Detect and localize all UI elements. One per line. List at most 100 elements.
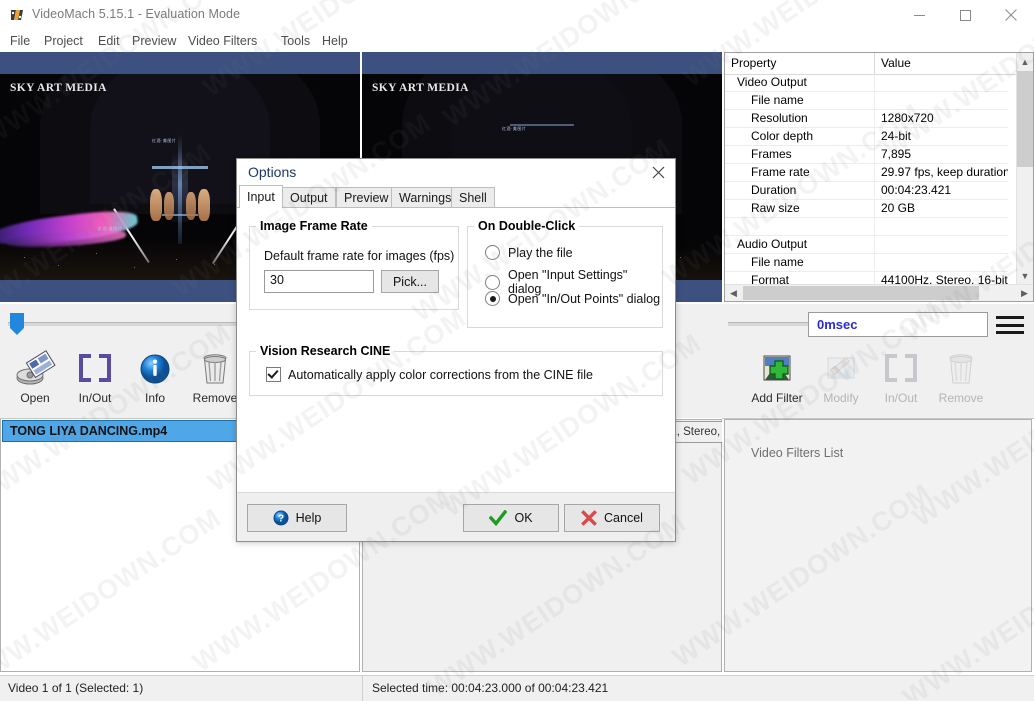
dialog-title-bar: Options <box>237 159 675 185</box>
help-button-label: Help <box>295 511 322 525</box>
menu-item-file[interactable]: File <box>6 32 34 50</box>
ok-button[interactable]: OK <box>463 504 559 532</box>
radio-indicator-selected <box>485 291 500 306</box>
properties-horizontal-scrollbar[interactable]: ◀ ▶ <box>725 284 1033 301</box>
table-row[interactable]: Raw size 20 GB <box>725 200 1008 218</box>
property-value: 20 GB <box>881 201 916 215</box>
property-name <box>725 218 875 235</box>
properties-panel: Property Value Video Output File name Re… <box>724 52 1034 302</box>
menu-item-project[interactable]: Project <box>40 32 87 50</box>
hamburger-icon[interactable] <box>996 316 1024 334</box>
close-icon[interactable] <box>645 162 671 182</box>
horizontal-scrollbar-thumb[interactable] <box>743 286 979 300</box>
scroll-right-icon[interactable]: ▶ <box>1016 285 1033 301</box>
add-filter-button[interactable]: Add Filter <box>748 348 806 405</box>
property-name: File name <box>725 254 875 271</box>
properties-column-value: Value <box>881 56 911 70</box>
tab-preview[interactable]: Preview <box>336 187 397 207</box>
table-row[interactable]: Video Output <box>725 74 1008 92</box>
right-toolbar: 0msec Add Filter Modify In/Out Remove <box>722 304 1034 419</box>
filter-slider-track[interactable] <box>728 322 818 326</box>
info-button-label: Info <box>144 391 165 405</box>
cancel-button[interactable]: Cancel <box>564 504 660 532</box>
table-row[interactable]: Audio Output <box>725 236 1008 254</box>
open-button-label: Open <box>20 391 50 405</box>
preview-sub-text-right: 红酒·美图片 <box>502 126 527 131</box>
radio-open-in-out-points[interactable]: Open "In/Out Points" dialog <box>485 291 660 306</box>
property-name: Audio Output <box>725 236 875 253</box>
pick-button[interactable]: Pick... <box>381 270 439 293</box>
default-frame-rate-input[interactable]: 30 <box>264 270 374 293</box>
scroll-left-icon[interactable]: ◀ <box>725 285 742 301</box>
menu-item-preview[interactable]: Preview <box>128 32 180 50</box>
scroll-down-icon[interactable]: ▼ <box>1017 267 1033 284</box>
title-bar: VideoMach 5.15.1 - Evaluation Mode <box>0 0 1034 30</box>
cine-color-correction-label: Automatically apply color corrections fr… <box>288 367 593 382</box>
menu-bar: File Project Edit Preview Video Filters … <box>0 30 1034 52</box>
audio-format-partial: z, Stereo, <box>668 421 722 443</box>
info-button[interactable]: Info <box>126 348 184 405</box>
property-value <box>875 254 1008 271</box>
table-row[interactable]: File name <box>725 254 1008 272</box>
x-mark-icon <box>581 510 597 526</box>
scroll-up-icon[interactable]: ▲ <box>1017 53 1033 70</box>
options-dialog: Options Input Output Preview Warnings Sh… <box>236 158 676 542</box>
time-input-value: 0msec <box>817 317 858 332</box>
property-value: 24-bit <box>881 129 912 143</box>
property-value: 7,895 <box>881 147 912 161</box>
table-row[interactable]: Color depth 24-bit <box>725 128 1008 146</box>
table-row[interactable]: Frame rate 29.97 fps, keep duration <box>725 164 1008 182</box>
property-name: File name <box>725 92 875 109</box>
app-icon <box>9 7 25 23</box>
timeline-slider-thumb[interactable] <box>10 313 24 335</box>
video-filters-list[interactable]: Video Filters List <box>724 419 1032 672</box>
table-row[interactable] <box>725 218 1008 236</box>
tab-output[interactable]: Output <box>282 187 336 207</box>
tab-shell[interactable]: Shell <box>451 187 495 207</box>
table-row[interactable]: File name <box>725 92 1008 110</box>
info-circle-icon <box>126 348 184 388</box>
preview-overlay-text-right: SKY ART MEDIA <box>372 82 469 94</box>
table-row[interactable]: Format 44100Hz, Stereo, 16-bit <box>725 272 1008 284</box>
property-value <box>875 74 1008 91</box>
property-value: 29.97 fps, keep duration <box>881 165 1008 179</box>
dialog-title: Options <box>248 164 297 180</box>
check-icon <box>489 510 508 526</box>
table-row[interactable]: Duration 00:04:23.421 <box>725 182 1008 200</box>
status-video-count: Video 1 of 1 (Selected: 1) <box>8 681 144 695</box>
filter-remove-button[interactable]: Remove <box>932 348 990 405</box>
cine-color-correction-checkbox[interactable]: Automatically apply color corrections fr… <box>266 367 593 382</box>
cancel-button-label: Cancel <box>604 511 643 525</box>
close-button[interactable] <box>988 0 1034 30</box>
modify-button-label: Modify <box>823 391 859 405</box>
property-name: Raw size <box>725 200 875 217</box>
menu-item-help[interactable]: Help <box>318 32 352 50</box>
time-input[interactable]: 0msec <box>808 312 988 337</box>
tab-input[interactable]: Input <box>239 185 283 208</box>
menu-item-tools[interactable]: Tools <box>277 32 314 50</box>
tab-warnings[interactable]: Warnings <box>391 187 460 207</box>
pick-button-label: Pick... <box>392 274 428 289</box>
table-row[interactable]: Resolution 1280x720 <box>725 110 1008 128</box>
property-name: Format <box>725 272 875 284</box>
menu-item-video-filters[interactable]: Video Filters <box>184 32 261 50</box>
status-selected-time: Selected time: 00:04:23.000 of 00:04:23.… <box>372 681 609 695</box>
filter-in-out-button[interactable]: In/Out <box>872 348 930 405</box>
trash-icon <box>932 348 990 388</box>
property-name: Duration <box>725 182 875 199</box>
maximize-button[interactable] <box>942 0 988 30</box>
minimize-button[interactable] <box>896 0 942 30</box>
preview-overlay-text-left: SKY ART MEDIA <box>10 82 107 94</box>
radio-play-the-file[interactable]: Play the file <box>485 245 573 260</box>
menu-item-edit[interactable]: Edit <box>94 32 124 50</box>
table-row[interactable]: Frames 7,895 <box>725 146 1008 164</box>
help-button[interactable]: ? Help <box>247 504 347 532</box>
dialog-body: Input Output Preview Warnings Shell Imag… <box>237 185 675 541</box>
modify-button[interactable]: Modify <box>812 348 870 405</box>
open-button[interactable]: Open <box>6 348 64 405</box>
vertical-scrollbar-thumb[interactable] <box>1017 71 1033 167</box>
properties-vertical-scrollbar[interactable]: ▲ ▼ <box>1016 53 1033 284</box>
radio-open-in-out-points-label: Open "In/Out Points" dialog <box>508 291 661 306</box>
property-value <box>875 92 1008 109</box>
in-out-button[interactable]: In/Out <box>66 348 124 405</box>
